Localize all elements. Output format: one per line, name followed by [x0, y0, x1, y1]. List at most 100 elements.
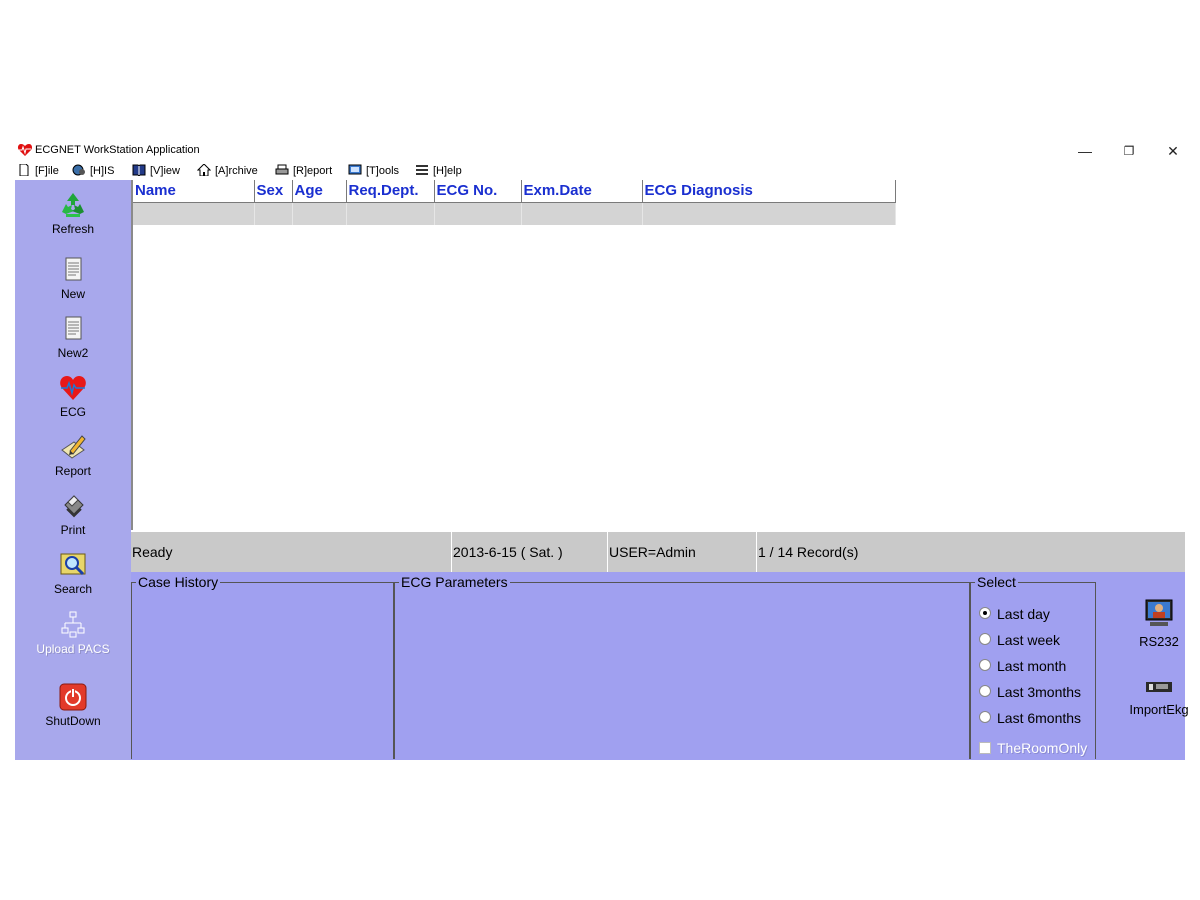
table-cell [254, 202, 293, 225]
computer-user-icon [1145, 599, 1173, 626]
menu-his-label: [H]IS [90, 165, 115, 177]
importekg-button[interactable]: ImportEkg [1119, 676, 1199, 717]
ecg-parameters-legend: ECG Parameters [401, 574, 508, 590]
ecg-button[interactable]: ECG [15, 373, 131, 419]
radio-last-month[interactable]: Last month [979, 656, 1066, 676]
menu-archive-label: [A]rchive [215, 165, 258, 177]
radio-label: Last day [997, 606, 1050, 622]
radio-label: Last 3months [997, 684, 1082, 700]
menu-file[interactable]: [F]ile [17, 163, 59, 179]
menu-tools[interactable]: [T]ools [348, 163, 399, 179]
document-icon [65, 257, 82, 281]
table-header-row: Name Sex Age Req.Dept. ECG No. Exm.Date … [133, 180, 896, 203]
magnifier-icon [60, 553, 86, 576]
status-records: 1 / 14 Record(s) [758, 544, 859, 560]
select-panel: Select Last day Last week Last month Las… [969, 574, 1096, 759]
report-label: Report [54, 464, 92, 478]
report-button[interactable]: Report [15, 432, 131, 478]
case-history-legend: Case History [138, 574, 219, 590]
book-icon [132, 164, 146, 176]
new2-label: New2 [57, 346, 89, 360]
refresh-button[interactable]: Refresh [15, 190, 131, 236]
sidebar: Refresh New New2 ECG Report Print Search… [15, 180, 131, 760]
print-label: Print [60, 523, 86, 537]
radio-last-day[interactable]: Last day [979, 604, 1050, 624]
status-bar: Ready 2013-6-15 ( Sat. ) USER=Admin 1 / … [131, 532, 1185, 572]
menu-view-label: [V]iew [150, 165, 180, 177]
upload-pacs-button[interactable]: Upload PACS [15, 610, 131, 656]
radio-last-week[interactable]: Last week [979, 630, 1060, 650]
restore-button[interactable]: ❐ [1107, 140, 1151, 162]
print-button[interactable]: Print [15, 491, 131, 537]
card-reader-icon [1146, 682, 1172, 692]
app-window: ECGNET WorkStation Application — ❐ ✕ [F]… [15, 140, 1189, 760]
radio-label: Last 6months [997, 710, 1082, 726]
records-table-area: Name Sex Age Req.Dept. ECG No. Exm.Date … [131, 180, 1185, 530]
table-cell [434, 202, 522, 225]
table-cell [521, 202, 643, 225]
window-title: ECGNET WorkStation Application [35, 144, 200, 156]
printer-icon [64, 495, 84, 518]
column-header-age[interactable]: Age [292, 180, 347, 203]
menu-archive[interactable]: [A]rchive [197, 163, 258, 179]
house-icon [197, 164, 211, 176]
menu-help[interactable]: [H]elp [415, 163, 462, 179]
menu-help-label: [H]elp [433, 165, 462, 177]
menu-his[interactable]: [H]IS [72, 163, 114, 179]
menu-report[interactable]: [R]eport [275, 163, 332, 179]
bottom-panel: Case History ECG Parameters Select Last … [131, 572, 1189, 760]
search-button[interactable]: Search [15, 550, 131, 596]
recycle-icon [62, 193, 84, 217]
file-icon [19, 164, 29, 176]
power-icon [59, 683, 87, 711]
shutdown-label: ShutDown [45, 714, 101, 728]
list-icon [416, 165, 428, 175]
menu-report-label: [R]eport [293, 165, 333, 177]
menu-view[interactable]: [V]iew [132, 163, 180, 179]
radio-last-3months[interactable]: Last 3months [979, 682, 1081, 702]
rs232-label: RS232 [1139, 634, 1179, 649]
radio-button[interactable] [979, 685, 991, 697]
status-date: 2013-6-15 ( Sat. ) [453, 544, 563, 560]
heart-ecg-icon [60, 376, 86, 400]
shutdown-button[interactable]: ShutDown [15, 682, 131, 728]
table-row[interactable] [133, 202, 896, 225]
radio-button[interactable] [979, 607, 991, 619]
new2-button[interactable]: New2 [15, 314, 131, 360]
column-header-ecg-diagnosis[interactable]: ECG Diagnosis [642, 180, 896, 203]
column-header-sex[interactable]: Sex [254, 180, 293, 203]
column-header-name[interactable]: Name [133, 180, 255, 203]
case-history-panel: Case History [131, 574, 395, 759]
radio-label: Last week [997, 632, 1061, 648]
heart-app-icon [17, 144, 33, 156]
table-cell [642, 202, 896, 225]
checkbox-label: TheRoomOnly [997, 740, 1088, 756]
radio-last-6months[interactable]: Last 6months [979, 708, 1081, 728]
select-legend: Select [977, 574, 1016, 590]
table-cell [133, 202, 255, 225]
radio-button[interactable] [979, 711, 991, 723]
table-cell [292, 202, 347, 225]
room-only-checkbox[interactable]: TheRoomOnly [979, 738, 1087, 758]
checkbox-box[interactable] [979, 742, 991, 754]
column-header-req-dept[interactable]: Req.Dept. [346, 180, 435, 203]
pencil-paper-icon [61, 435, 86, 459]
minimize-button[interactable]: — [1063, 140, 1107, 162]
column-header-exm-date[interactable]: Exm.Date [521, 180, 643, 203]
refresh-label: Refresh [51, 222, 95, 236]
new-button[interactable]: New [15, 255, 131, 301]
radio-button[interactable] [979, 659, 991, 671]
column-header-ecg-no[interactable]: ECG No. [434, 180, 522, 203]
menu-file-label: [F]ile [35, 165, 59, 177]
status-user: USER=Admin [609, 544, 696, 560]
document-icon [65, 316, 82, 340]
ecg-label: ECG [59, 405, 86, 419]
radio-button[interactable] [979, 633, 991, 645]
printer-icon [275, 164, 289, 175]
rs232-button[interactable]: RS232 [1119, 598, 1199, 649]
upload-pacs-label: Upload PACS [36, 642, 110, 656]
close-button[interactable]: ✕ [1151, 140, 1195, 162]
menu-bar: [F]ile [H]IS [V]iew [A]rchive [R]eport [… [15, 162, 1185, 180]
new-label: New [60, 287, 85, 301]
search-label: Search [53, 582, 93, 596]
